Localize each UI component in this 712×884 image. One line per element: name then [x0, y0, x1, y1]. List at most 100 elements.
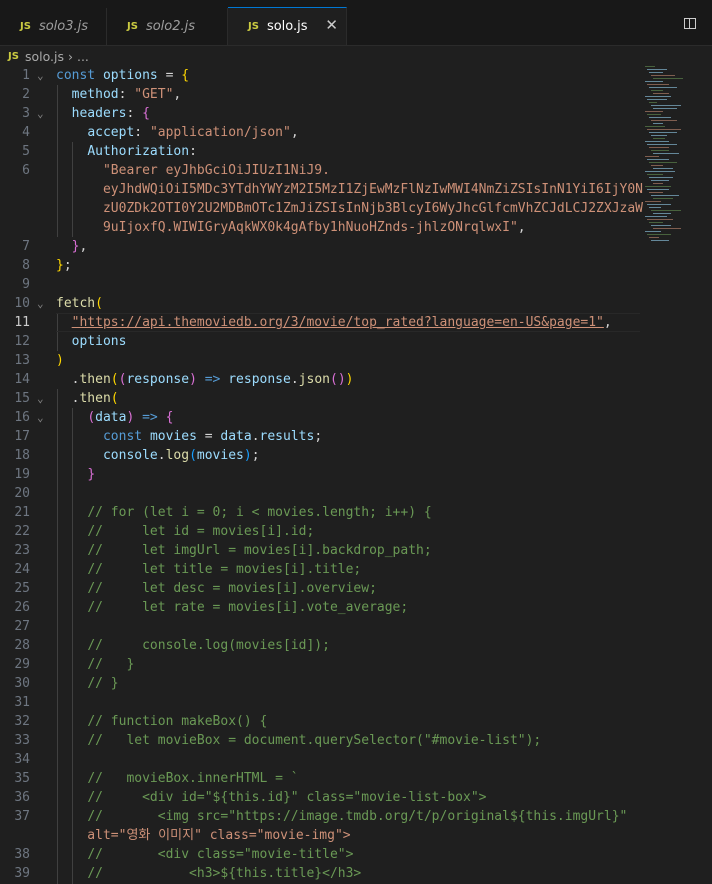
- code-line: const options = {: [56, 68, 190, 83]
- minimap-line: [645, 141, 669, 142]
- scrollbar[interactable]: [706, 66, 712, 884]
- line-number: 20: [14, 486, 30, 501]
- minimap[interactable]: [645, 66, 705, 256]
- minimap-line: [645, 231, 661, 232]
- minimap-line: [653, 213, 671, 214]
- code-line: // <img src="https://image.tmdb.org/t/p/…: [87, 809, 628, 824]
- minimap-line: [651, 195, 679, 196]
- minimap-line: [653, 108, 677, 109]
- minimap-line: [649, 147, 669, 148]
- code-line: method: "GET",: [71, 87, 182, 102]
- code-line: },: [71, 239, 88, 254]
- code-line: alt="영화 이미지" class="movie-img">: [56, 828, 351, 843]
- code-line: // let id = movies[i].id;: [87, 524, 315, 539]
- code-line: // let title = movies[i].title;: [87, 562, 362, 577]
- javascript-file-icon: JS: [127, 21, 138, 32]
- minimap-line: [647, 69, 667, 70]
- tab-solo2[interactable]: JS solo2.js: [107, 8, 228, 45]
- line-number: 11: [14, 315, 30, 330]
- line-number: 27: [14, 619, 30, 634]
- line-number: 9: [22, 277, 30, 292]
- minimap-line: [651, 210, 681, 211]
- code-line: // <div id="${this.id}" class="movie-lis…: [87, 790, 487, 805]
- minimap-line: [645, 156, 659, 157]
- code-line: // }: [87, 657, 135, 672]
- fold-chevron-icon[interactable]: ⌄: [37, 389, 44, 408]
- line-number: 23: [14, 543, 30, 558]
- line-number: 16: [14, 410, 30, 425]
- minimap-line: [649, 207, 661, 208]
- line-number: 32: [14, 714, 30, 729]
- javascript-file-icon: JS: [8, 50, 19, 62]
- code-line: // let imgUrl = movies[i].backdrop_path;: [87, 543, 432, 558]
- breadcrumb-file[interactable]: solo.js: [25, 49, 64, 64]
- line-number: 35: [14, 771, 30, 786]
- code-line: // for (let i = 0; i < movies.length; i+…: [87, 505, 432, 520]
- tab-label: solo2.js: [145, 19, 196, 34]
- fold-chevron-icon[interactable]: ⌄: [37, 66, 44, 85]
- minimap-line: [649, 132, 677, 133]
- fold-chevron-icon[interactable]: ⌄: [37, 408, 44, 427]
- minimap-line: [647, 234, 671, 235]
- minimap-line: [653, 228, 681, 229]
- line-number: 25: [14, 581, 30, 596]
- minimap-line: [645, 171, 675, 172]
- line-number: 36: [14, 790, 30, 805]
- line-number: 4: [22, 125, 30, 140]
- code-line: const movies = data.results;: [102, 429, 323, 444]
- line-number: 18: [14, 448, 30, 463]
- minimap-line: [647, 189, 669, 190]
- tab-solo3[interactable]: JS solo3.js: [0, 8, 107, 45]
- minimap-line: [647, 114, 661, 115]
- minimap-line: [649, 117, 671, 118]
- minimap-line: [649, 222, 663, 223]
- line-number: 12: [14, 334, 30, 349]
- line-number: 34: [14, 752, 30, 767]
- code-line: // let desc = movies[i].overview;: [87, 581, 377, 596]
- code-line: // <h3>${this.title}</h3>: [87, 866, 362, 881]
- line-number: 19: [14, 467, 30, 482]
- code-line: options: [71, 334, 127, 349]
- line-number: 5: [22, 144, 30, 159]
- code-line: fetch(: [56, 296, 103, 311]
- line-number: 22: [14, 524, 30, 539]
- minimap-line: [651, 120, 677, 121]
- minimap-line: [647, 99, 667, 100]
- fold-chevron-icon[interactable]: ⌄: [37, 294, 44, 313]
- minimap-line: [651, 240, 669, 241]
- code-line: }: [87, 467, 96, 482]
- tab-solo[interactable]: JS solo.js ✕: [228, 7, 347, 45]
- chevron-right-icon: ›: [67, 48, 73, 64]
- minimap-line: [645, 66, 655, 67]
- code-line: accept: "application/json",: [87, 125, 299, 140]
- code-editor[interactable]: 1 ⌄ const options = {2 method: "GET", 3 ⌄ he…: [0, 66, 712, 884]
- code-line: ): [56, 353, 64, 368]
- code-line: Authorization:: [87, 144, 197, 159]
- tab-label: solo3.js: [38, 19, 89, 34]
- line-number: 17: [14, 429, 30, 444]
- code-line: "Bearer eyJhbGciOiJIUzI1NiJ9.: [56, 163, 330, 178]
- fold-chevron-icon[interactable]: ⌄: [37, 104, 44, 123]
- code-line: // console.log(movies[id]);: [87, 638, 330, 653]
- line-number: 38: [14, 847, 30, 862]
- minimap-line: [653, 123, 663, 124]
- minimap-line: [651, 75, 675, 76]
- line-number: 3: [22, 106, 30, 121]
- minimap-line: [645, 111, 663, 112]
- line-number: 33: [14, 733, 30, 748]
- breadcrumb-symbol[interactable]: ...: [77, 49, 89, 64]
- minimap-line: [647, 159, 669, 160]
- tab-label: solo.js: [266, 19, 308, 34]
- javascript-file-icon: JS: [248, 21, 259, 32]
- close-icon[interactable]: ✕: [325, 16, 338, 34]
- code-line: (data) => {: [87, 410, 174, 425]
- minimap-line: [651, 180, 669, 181]
- split-editor-icon[interactable]: [684, 18, 696, 29]
- line-number: 2: [22, 87, 30, 102]
- code-line: eyJhdWQiOiI5MDc3YTdhYWYzM2I5MzI1ZjEwMzFl…: [56, 182, 643, 197]
- line-number: 15: [14, 391, 30, 406]
- minimap-line: [645, 81, 663, 82]
- line-number: 31: [14, 695, 30, 710]
- code-line: 9uIjoxfQ.WIWIGryAqkWX0k4gAfby1hNuoHZnds-…: [56, 220, 526, 235]
- line-number: 21: [14, 505, 30, 520]
